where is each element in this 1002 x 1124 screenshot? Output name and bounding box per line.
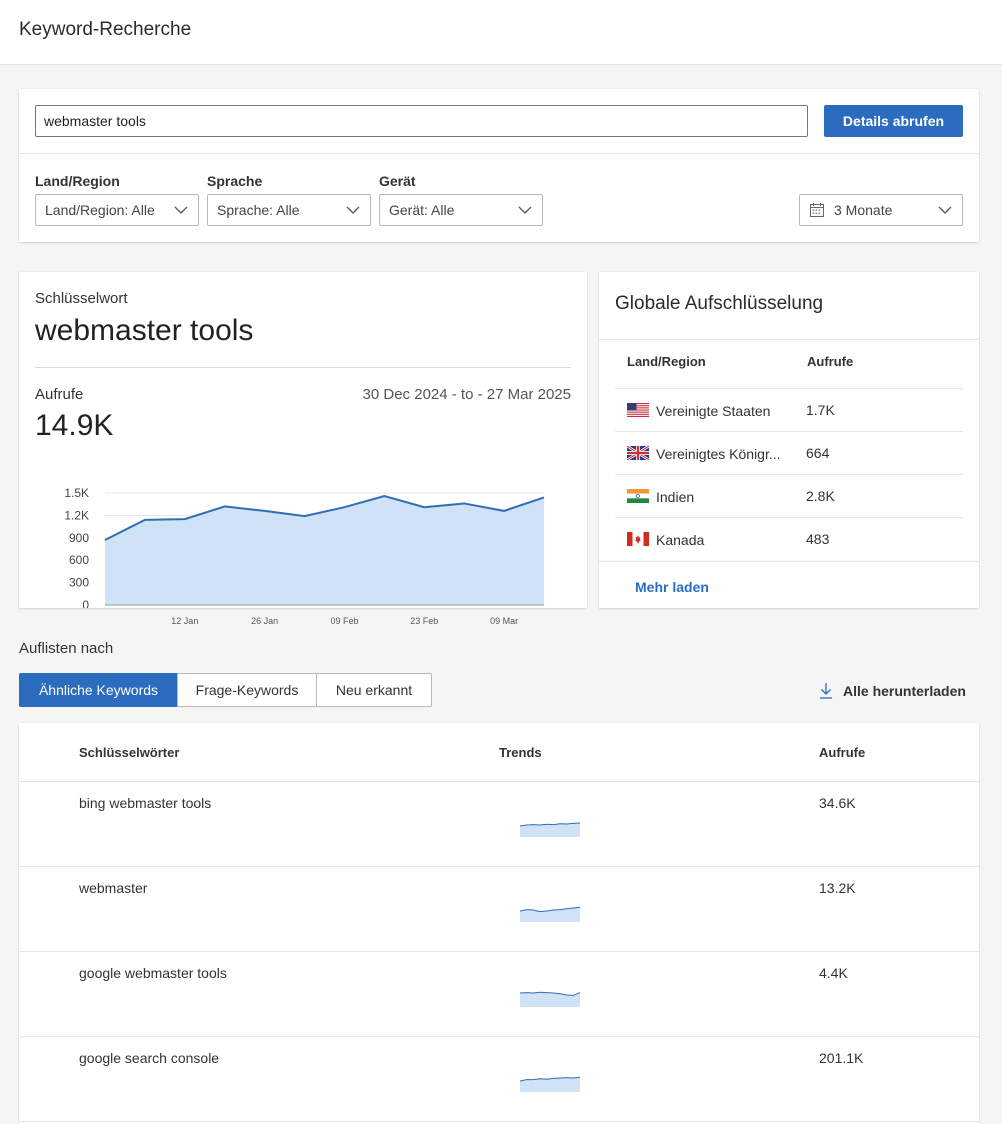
device-dropdown[interactable]: Gerät: Alle bbox=[379, 194, 543, 226]
calendar-icon bbox=[810, 203, 824, 217]
period-dropdown[interactable]: 3 Monate bbox=[799, 194, 963, 226]
canada-flag-icon bbox=[627, 532, 649, 546]
x-tick-label: 26 Jan bbox=[251, 616, 278, 626]
country-row[interactable]: Vereinigtes Königr... 664 bbox=[615, 431, 963, 474]
trend-sparkline bbox=[519, 1076, 581, 1092]
country-name: Vereinigte Staaten bbox=[656, 403, 771, 419]
tab-question-keywords[interactable]: Frage-Keywords bbox=[177, 673, 317, 707]
download-all-label: Alle herunterladen bbox=[843, 682, 966, 699]
table-row[interactable]: webmaster 13.2K bbox=[19, 867, 979, 952]
device-dropdown-value: Gerät: Alle bbox=[389, 202, 455, 218]
country-row[interactable]: Vereinigte Staaten 1.7K bbox=[615, 388, 963, 431]
keyword-search-input[interactable] bbox=[35, 105, 808, 137]
views-cell: 34.6K bbox=[819, 795, 856, 811]
language-filter-label: Sprache bbox=[207, 173, 263, 189]
country-name: Indien bbox=[656, 489, 695, 505]
calls-area-chart: 0 300 600 900 1.2K 1.5K bbox=[64, 486, 545, 608]
load-more-link[interactable]: Mehr laden bbox=[635, 579, 709, 595]
region-dropdown[interactable]: Land/Region: Alle bbox=[35, 194, 199, 226]
country-row[interactable]: Kanada 483 bbox=[615, 517, 963, 560]
col-header-country: Land/Region bbox=[627, 354, 706, 369]
device-filter-label: Gerät bbox=[379, 173, 416, 189]
trend-sparkline bbox=[519, 906, 581, 922]
x-tick-label: 23 Feb bbox=[410, 616, 438, 626]
india-flag-icon bbox=[627, 489, 649, 503]
keyword-cell: webmaster bbox=[79, 880, 148, 896]
divider bbox=[599, 561, 979, 562]
country-views: 664 bbox=[806, 445, 830, 461]
tab-similar-keywords[interactable]: Ähnliche Keywords bbox=[19, 673, 178, 707]
chevron-down-icon bbox=[938, 206, 952, 214]
divider bbox=[19, 153, 979, 154]
country-views: 2.8K bbox=[806, 488, 835, 504]
y-tick-label: 300 bbox=[69, 576, 89, 590]
x-tick-label: 09 Mar bbox=[490, 616, 518, 626]
x-tick-label: 09 Feb bbox=[330, 616, 358, 626]
country-name: Kanada bbox=[656, 532, 705, 548]
keyword-cell: google webmaster tools bbox=[79, 965, 227, 981]
keywords-table: Schlüsselwörter Trends Aufrufe bing webm… bbox=[19, 723, 979, 1124]
country-name: Vereinigtes Königr... bbox=[656, 446, 781, 462]
sparkline-area bbox=[520, 992, 580, 1007]
y-tick-label: 1.2K bbox=[64, 508, 89, 522]
global-breakdown-title: Globale Aufschlüsselung bbox=[615, 293, 824, 314]
views-cell: 201.1K bbox=[819, 1050, 864, 1066]
download-icon bbox=[820, 683, 832, 699]
y-tick-label: 1.5K bbox=[64, 486, 89, 500]
trend-sparkline bbox=[519, 991, 581, 1007]
trend-sparkline bbox=[519, 822, 581, 837]
chevron-down-icon bbox=[346, 206, 360, 214]
download-all-button[interactable]: Alle herunterladen bbox=[819, 682, 966, 699]
country-row[interactable]: Indien 2.8K bbox=[615, 474, 963, 517]
get-details-button[interactable]: Details abrufen bbox=[824, 105, 963, 137]
keyword-cell: google search console bbox=[79, 1050, 220, 1066]
period-dropdown-value: 3 Monate bbox=[834, 202, 893, 218]
calls-label: Aufrufe bbox=[35, 386, 84, 403]
list-by-label: Auflisten nach bbox=[19, 640, 114, 657]
page-title: Keyword-Recherche bbox=[19, 19, 192, 40]
language-dropdown[interactable]: Sprache: Alle bbox=[207, 194, 371, 226]
search-card: Details abrufen Land/Region Land/Region:… bbox=[19, 89, 979, 242]
language-dropdown-value: Sprache: Alle bbox=[217, 202, 300, 218]
chevron-down-icon bbox=[174, 206, 188, 214]
keyword-summary-card: Schlüsselwort webmaster tools Aufrufe 14… bbox=[19, 272, 587, 608]
col-header-keywords: Schlüsselwörter bbox=[79, 745, 180, 760]
table-row[interactable]: bing webmaster tools 34.6K bbox=[19, 782, 979, 867]
col-header-views: Aufrufe bbox=[819, 745, 866, 760]
global-breakdown-card: Globale Aufschlüsselung Land/Region Aufr… bbox=[599, 272, 979, 608]
col-header-views: Aufrufe bbox=[807, 354, 854, 369]
top-bar: Keyword-Recherche bbox=[0, 0, 1002, 65]
uk-flag-icon bbox=[627, 446, 649, 460]
views-cell: 13.2K bbox=[819, 880, 856, 896]
tab-newly-detected[interactable]: Neu erkannt bbox=[316, 673, 432, 707]
divider bbox=[35, 367, 571, 368]
col-header-trends: Trends bbox=[499, 745, 542, 760]
region-dropdown-value: Land/Region: Alle bbox=[45, 202, 155, 218]
country-views: 1.7K bbox=[806, 402, 835, 418]
keyword-cell: bing webmaster tools bbox=[79, 795, 212, 811]
table-row[interactable]: google webmaster tools 4.4K bbox=[19, 952, 979, 1037]
calls-value: 14.9K bbox=[35, 409, 114, 442]
y-tick-label: 0 bbox=[82, 598, 89, 608]
chevron-down-icon bbox=[518, 206, 532, 214]
country-views: 483 bbox=[806, 531, 830, 547]
us-flag-icon bbox=[627, 403, 649, 417]
keyword-kicker: Schlüsselwort bbox=[35, 290, 128, 307]
table-row[interactable]: google search console 201.1K bbox=[19, 1037, 979, 1122]
y-tick-label: 600 bbox=[69, 553, 89, 567]
y-tick-label: 900 bbox=[69, 531, 89, 545]
keyword-title: webmaster tools bbox=[35, 314, 254, 347]
region-filter-label: Land/Region bbox=[35, 173, 120, 189]
date-range: 30 Dec 2024 - to - 27 Mar 2025 bbox=[362, 386, 571, 403]
x-axis-labels: 12 Jan 26 Jan 09 Feb 23 Feb 09 Mar bbox=[171, 616, 518, 626]
views-cell: 4.4K bbox=[819, 965, 848, 981]
x-tick-label: 12 Jan bbox=[171, 616, 198, 626]
divider bbox=[599, 339, 979, 340]
